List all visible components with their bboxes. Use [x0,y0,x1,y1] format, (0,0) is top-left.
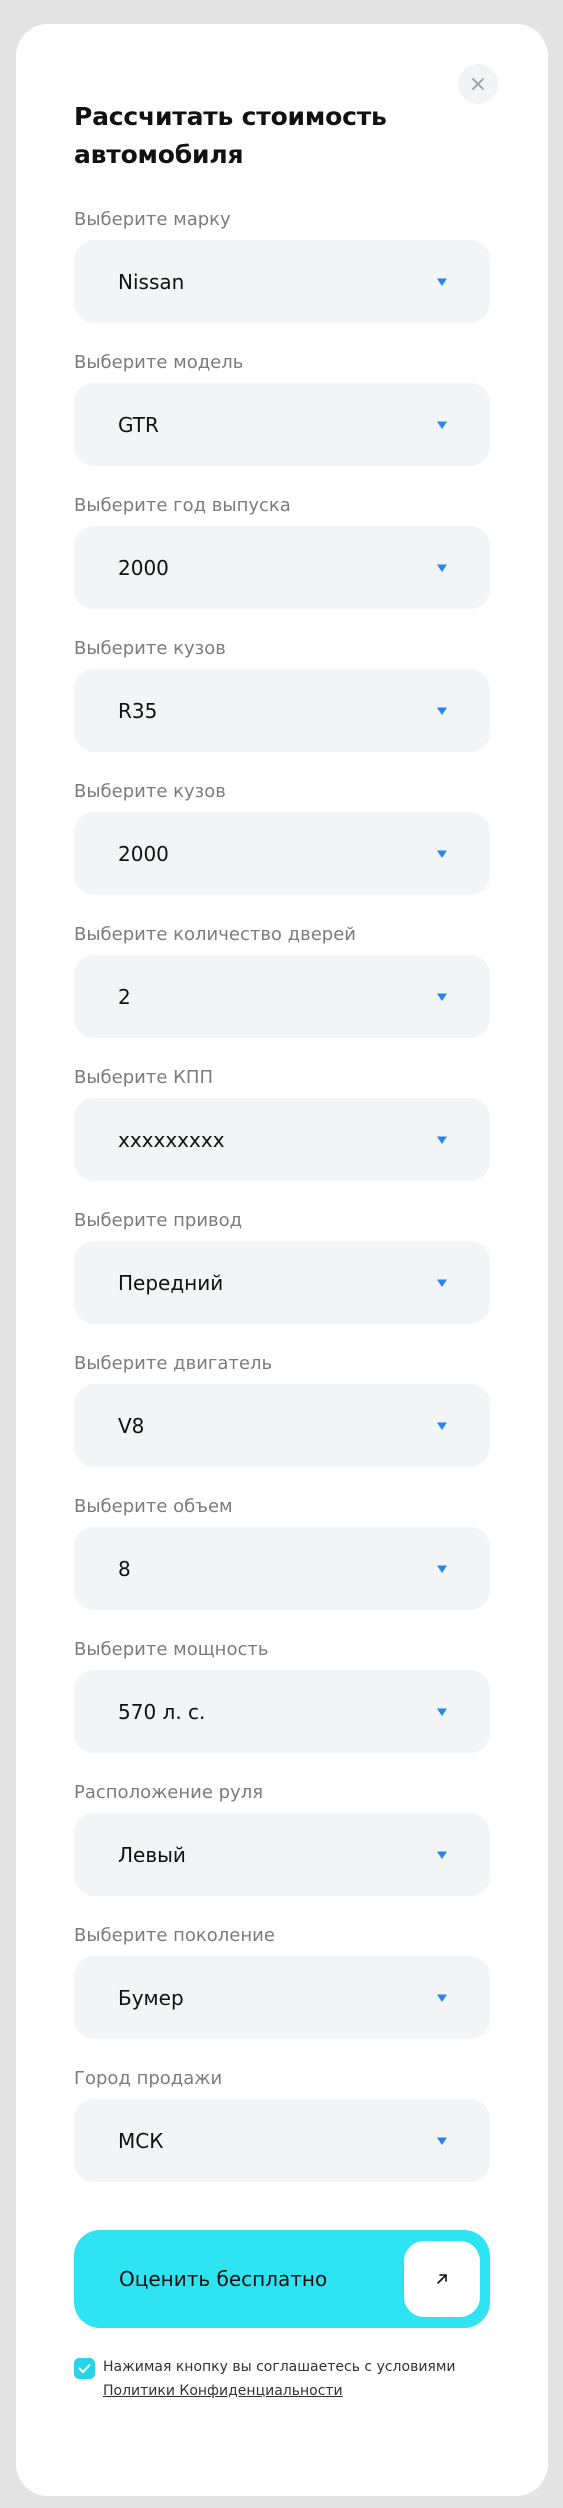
field-label: Выберите модель [74,352,244,373]
field-label: Выберите год выпуска [74,495,291,516]
field-label: Выберите кузов [74,638,226,659]
field-label: Выберите двигатель [74,1353,273,1374]
dropdown-value: Nissan [118,269,185,294]
submit-button[interactable]: Оценить бесплатно [74,2230,490,2328]
dropdown-select[interactable]: 2000 [74,526,490,609]
field-label: Выберите кузов [74,781,226,802]
dropdown-select[interactable]: Nissan [74,240,490,323]
consent-row: Нажимая кнопку вы соглашаетесь с условия… [74,2355,514,2403]
close-icon [472,78,484,90]
dropdown-value: Бумер [118,1985,184,2010]
submit-button-label: Оценить бесплатно [119,2267,328,2291]
chevron-down-icon [437,1851,447,1859]
dropdown-select[interactable]: 570 л. с. [74,1670,490,1753]
field-label: Выберите количество дверей [74,924,356,945]
chevron-down-icon [437,1708,447,1716]
form-field: Расположение руля Левый [74,1773,490,1916]
form-field: Выберите модель GTR [74,343,490,486]
dropdown-select[interactable]: R35 [74,669,490,752]
chevron-down-icon [437,1994,447,2002]
chevron-down-icon [437,421,447,429]
chevron-down-icon [437,278,447,286]
consent-text: Нажимая кнопку вы соглашаетесь с условия… [103,2355,456,2403]
field-label: Расположение руля [74,1782,264,1803]
dropdown-value: V8 [118,1413,145,1438]
dropdown-value: 2 [118,984,131,1009]
dropdown-select[interactable]: МСК [74,2099,490,2182]
chevron-down-icon [437,564,447,572]
dropdown-select[interactable]: Передний [74,1241,490,1324]
submit-arrow-box [404,2241,480,2317]
form-field: Выберите кузов R35 [74,629,490,772]
dropdown-value: МСК [118,2128,164,2153]
dropdown-value: 8 [118,1556,131,1581]
dropdown-select[interactable]: 2000 [74,812,490,895]
chevron-down-icon [437,2137,447,2145]
dropdown-value: 570 л. с. [118,1699,206,1724]
field-label: Выберите поколение [74,1925,275,1946]
dropdown-select[interactable]: xxxxxxxxx [74,1098,490,1181]
dropdown-value: 2000 [118,841,169,866]
form-field: Выберите двигатель V8 [74,1344,490,1487]
calculator-modal: Рассчитать стоимость автомобиля Выберите… [16,24,548,2496]
modal-title: Рассчитать стоимость автомобиля [74,102,387,169]
dropdown-value: Левый [118,1842,186,1867]
dropdown-select[interactable]: 2 [74,955,490,1038]
dropdown-select[interactable]: Левый [74,1813,490,1896]
chevron-down-icon [437,1565,447,1573]
dropdown-select[interactable]: V8 [74,1384,490,1467]
form-field: Город продажи МСК [74,2059,490,2202]
form-field: Выберите КПП xxxxxxxxx [74,1058,490,1201]
form-field: Выберите мощность 570 л. с. [74,1630,490,1773]
form-field: Выберите поколение Бумер [74,1916,490,2059]
dropdown-select[interactable]: Бумер [74,1956,490,2039]
form-field: Выберите марку Nissan [74,200,490,343]
form-field: Выберите год выпуска 2000 [74,486,490,629]
checkmark-icon [78,2364,91,2373]
dropdown-value: R35 [118,698,158,723]
privacy-policy-link[interactable]: Политики Конфиденциальности [103,2379,343,2403]
chevron-down-icon [437,1136,447,1144]
field-label: Выберите мощность [74,1639,269,1660]
form-field: Выберите привод Передний [74,1201,490,1344]
field-label: Выберите марку [74,209,231,230]
arrow-up-right-icon [437,2274,447,2284]
dropdown-value: Передний [118,1270,224,1295]
close-button[interactable] [458,64,498,104]
field-label: Выберите привод [74,1210,243,1231]
dropdown-value: xxxxxxxxx [118,1127,225,1152]
field-label: Выберите объем [74,1496,233,1517]
chevron-down-icon [437,707,447,715]
chevron-down-icon [437,1279,447,1287]
dropdown-select[interactable]: 8 [74,1527,490,1610]
chevron-down-icon [437,993,447,1001]
field-label: Город продажи [74,2068,223,2089]
form-field: Выберите количество дверей 2 [74,915,490,1058]
dropdown-select[interactable]: GTR [74,383,490,466]
field-label: Выберите КПП [74,1067,213,1088]
form-fields: Выберите марку Nissan Выберите модель GTR Вы… [74,200,490,2202]
dropdown-value: GTR [118,412,159,437]
chevron-down-icon [437,850,447,858]
chevron-down-icon [437,1422,447,1430]
form-field: Выберите объем 8 [74,1487,490,1630]
consent-statement: Нажимая кнопку вы соглашаетесь с условия… [103,2359,456,2375]
dropdown-value: 2000 [118,555,169,580]
form-field: Выберите кузов 2000 [74,772,490,915]
consent-checkbox[interactable] [74,2358,95,2379]
